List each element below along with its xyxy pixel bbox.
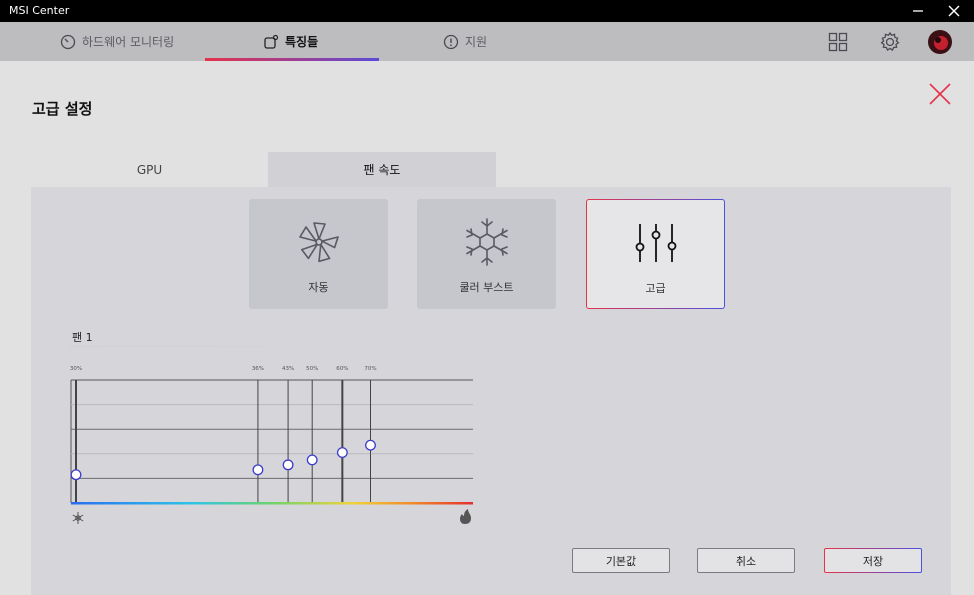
point-label: 60% [336, 366, 348, 372]
grid-button[interactable] [818, 22, 858, 61]
snowflake-icon [465, 218, 508, 266]
default-button[interactable]: 기본값 [572, 548, 670, 573]
point-label: 43% [282, 366, 294, 372]
tab-label: 팬 속도 [363, 163, 401, 177]
minimize-icon [913, 10, 923, 12]
divider [70, 346, 400, 347]
sliders-icon [635, 224, 676, 262]
page-title: 고급 설정 [32, 100, 93, 118]
tab-label: GPU [136, 162, 163, 177]
avatar-button[interactable] [920, 22, 960, 61]
nav-tab-label: 특징들 [285, 35, 319, 49]
mode-cooler-boost[interactable]: 쿨러 부스트 [417, 199, 556, 309]
fan-curve-chart[interactable]: 30% 36% 43% 50% 60% 70% [60, 360, 480, 530]
cancel-button[interactable]: 취소 [697, 548, 795, 573]
settings-button[interactable] [870, 22, 910, 61]
temperature-gradient-bar [71, 502, 473, 505]
minimize-button[interactable] [898, 0, 938, 22]
curve-point-handle[interactable] [336, 447, 348, 459]
gauge-icon [60, 34, 76, 49]
curve-point-handle[interactable] [70, 469, 82, 481]
avatar [928, 29, 952, 54]
nav-tab-hardware-monitor[interactable]: 하드웨어 모니터링 [60, 22, 174, 61]
close-panel-button[interactable] [926, 80, 954, 108]
active-tab-indicator [205, 58, 379, 61]
curve-point-handle[interactable] [306, 454, 318, 466]
top-nav: 하드웨어 모니터링 특징들 지원 [0, 22, 974, 61]
close-icon [948, 5, 960, 17]
mode-label: 고급 [645, 282, 666, 295]
close-window-button[interactable] [934, 0, 974, 22]
button-label: 저장 [862, 554, 884, 568]
curve-point-handle[interactable] [252, 464, 264, 476]
app-title: MSI Center [9, 4, 70, 17]
mode-advanced[interactable]: 고급 [586, 199, 725, 309]
point-label: 70% [364, 366, 376, 372]
nav-tab-support[interactable]: 지원 [443, 22, 487, 61]
curve-point-handle[interactable] [365, 439, 376, 451]
flame-icon [460, 509, 471, 524]
fan-label: 팬 1 [72, 331, 93, 344]
gear-icon [880, 31, 900, 51]
point-label: 36% [252, 366, 264, 372]
point-label: 50% [306, 366, 318, 372]
save-button[interactable]: 저장 [824, 548, 922, 573]
tab-gpu[interactable]: GPU [31, 152, 268, 187]
close-icon [929, 83, 951, 105]
button-label: 취소 [735, 554, 757, 568]
nav-tab-features[interactable]: 특징들 [263, 22, 318, 61]
grid-icon [828, 32, 848, 51]
info-icon [443, 34, 459, 49]
mode-label: 자동 [308, 281, 329, 294]
snowflake-icon [72, 512, 84, 524]
features-icon [264, 34, 279, 49]
curve-point-handle[interactable] [282, 459, 294, 471]
nav-tab-label: 하드웨어 모니터링 [82, 35, 175, 49]
button-label: 기본값 [605, 554, 637, 568]
mode-label: 쿨러 부스트 [459, 281, 514, 294]
title-bar: MSI Center [0, 0, 974, 22]
nav-tab-label: 지원 [465, 35, 488, 49]
point-label: 30% [70, 366, 82, 372]
mode-auto[interactable]: 자동 [249, 199, 388, 309]
tab-fan-speed[interactable]: 팬 속도 [268, 152, 496, 187]
fan-icon [298, 222, 339, 263]
